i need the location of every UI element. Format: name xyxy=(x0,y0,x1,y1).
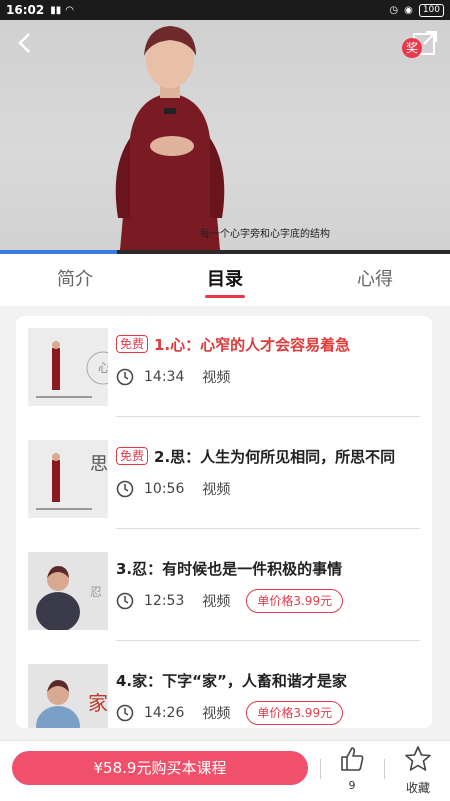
lesson-title: 2.思：人生为何所见相同，所思不同 xyxy=(154,447,396,466)
free-tag: 免费 xyxy=(116,335,149,353)
lesson-type: 视频 xyxy=(202,482,231,498)
lesson-duration: 14:26 xyxy=(144,705,185,721)
status-time: 16:02 xyxy=(6,3,45,17)
clock-icon xyxy=(116,704,134,722)
divider xyxy=(384,759,385,779)
favorite-label: 收藏 xyxy=(405,781,430,795)
lesson-thumbnail: 家 xyxy=(28,664,108,728)
divider xyxy=(116,528,420,529)
thumbs-up-icon xyxy=(341,747,364,771)
buy-course-button[interactable]: ¥58.9元购买本课程 xyxy=(12,751,308,785)
svg-text:忍: 忍 xyxy=(90,585,102,599)
presenter-image xyxy=(115,26,225,250)
tab-bar: 简介 目录 心得 xyxy=(0,254,450,306)
back-icon[interactable] xyxy=(12,30,38,56)
lesson-thumbnail: 思 xyxy=(28,440,108,518)
like-count: 9 xyxy=(348,779,356,792)
status-bar: 16:02 ▮▮ ◠ ◷ ◉ 100 xyxy=(0,0,450,20)
video-subtitle: 每一个心字旁和心字底的结构 xyxy=(200,229,330,240)
tab-intro[interactable]: 简介 xyxy=(0,254,150,306)
divider xyxy=(116,640,420,641)
status-right-icons: ◷ ◉ 100 xyxy=(389,3,444,17)
lesson-type: 视频 xyxy=(202,594,231,610)
lesson-thumbnail: 忍 xyxy=(28,552,108,630)
lesson-item[interactable]: 心 免费 1.心：心窄的人才会容易着急 14:34 视频 xyxy=(28,328,420,408)
lesson-title: 3.忍：有时候也是一件积极的事情 xyxy=(116,559,343,578)
svg-text:心: 心 xyxy=(98,361,108,375)
signal-icon: ▮▮ xyxy=(50,4,62,16)
alarm-icon: ◷ xyxy=(389,4,399,16)
reward-badge[interactable]: 奖 xyxy=(402,38,422,58)
lesson-item[interactable]: 忍 3.忍：有时候也是一件积极的事情 12:53 视频 单价格3.99元 xyxy=(28,552,420,632)
like-button[interactable]: 9 xyxy=(336,745,368,792)
clock-icon xyxy=(116,480,134,498)
divider xyxy=(116,416,420,417)
tab-notes[interactable]: 心得 xyxy=(300,254,450,306)
lesson-type: 视频 xyxy=(202,706,231,722)
lesson-list: 心 免费 1.心：心窄的人才会容易着急 14:34 视频 思 免费 2.思：人生… xyxy=(16,316,432,728)
clock-icon xyxy=(116,368,134,386)
tab-catalog[interactable]: 目录 xyxy=(150,254,300,306)
favorite-button[interactable]: 收藏 xyxy=(398,745,438,796)
status-left-icons: ▮▮ ◠ xyxy=(50,5,74,16)
lesson-type: 视频 xyxy=(202,370,231,386)
price-tag[interactable]: 单价格3.99元 xyxy=(246,701,344,725)
lesson-title: 1.心：心窄的人才会容易着急 xyxy=(154,335,351,354)
svg-text:思: 思 xyxy=(90,454,108,475)
nfc-icon: ◉ xyxy=(404,4,413,16)
lesson-duration: 12:53 xyxy=(144,593,185,609)
wifi-icon: ◠ xyxy=(65,4,74,16)
svg-text:家: 家 xyxy=(88,691,108,715)
divider xyxy=(320,759,321,779)
star-icon xyxy=(405,746,431,771)
lesson-title: 4.家：下字“家”，人畜和谐才是家 xyxy=(116,671,347,690)
lesson-item[interactable]: 家 4.家：下字“家”，人畜和谐才是家 14:26 视频 单价格3.99元 xyxy=(28,664,420,728)
video-player[interactable]: 每一个心字旁和心字底的结构 奖 xyxy=(0,0,450,250)
lesson-thumbnail: 心 xyxy=(28,328,108,406)
clock-icon xyxy=(116,592,134,610)
lesson-item[interactable]: 思 免费 2.思：人生为何所见相同，所思不同 10:56 视频 xyxy=(28,440,420,520)
bottom-bar: ¥58.9元购买本课程 9 收藏 xyxy=(0,740,450,801)
lesson-duration: 10:56 xyxy=(144,481,185,497)
free-tag: 免费 xyxy=(116,447,149,465)
battery-icon: 100 xyxy=(418,3,444,17)
price-tag[interactable]: 单价格3.99元 xyxy=(246,589,344,613)
lesson-duration: 14:34 xyxy=(144,369,185,385)
